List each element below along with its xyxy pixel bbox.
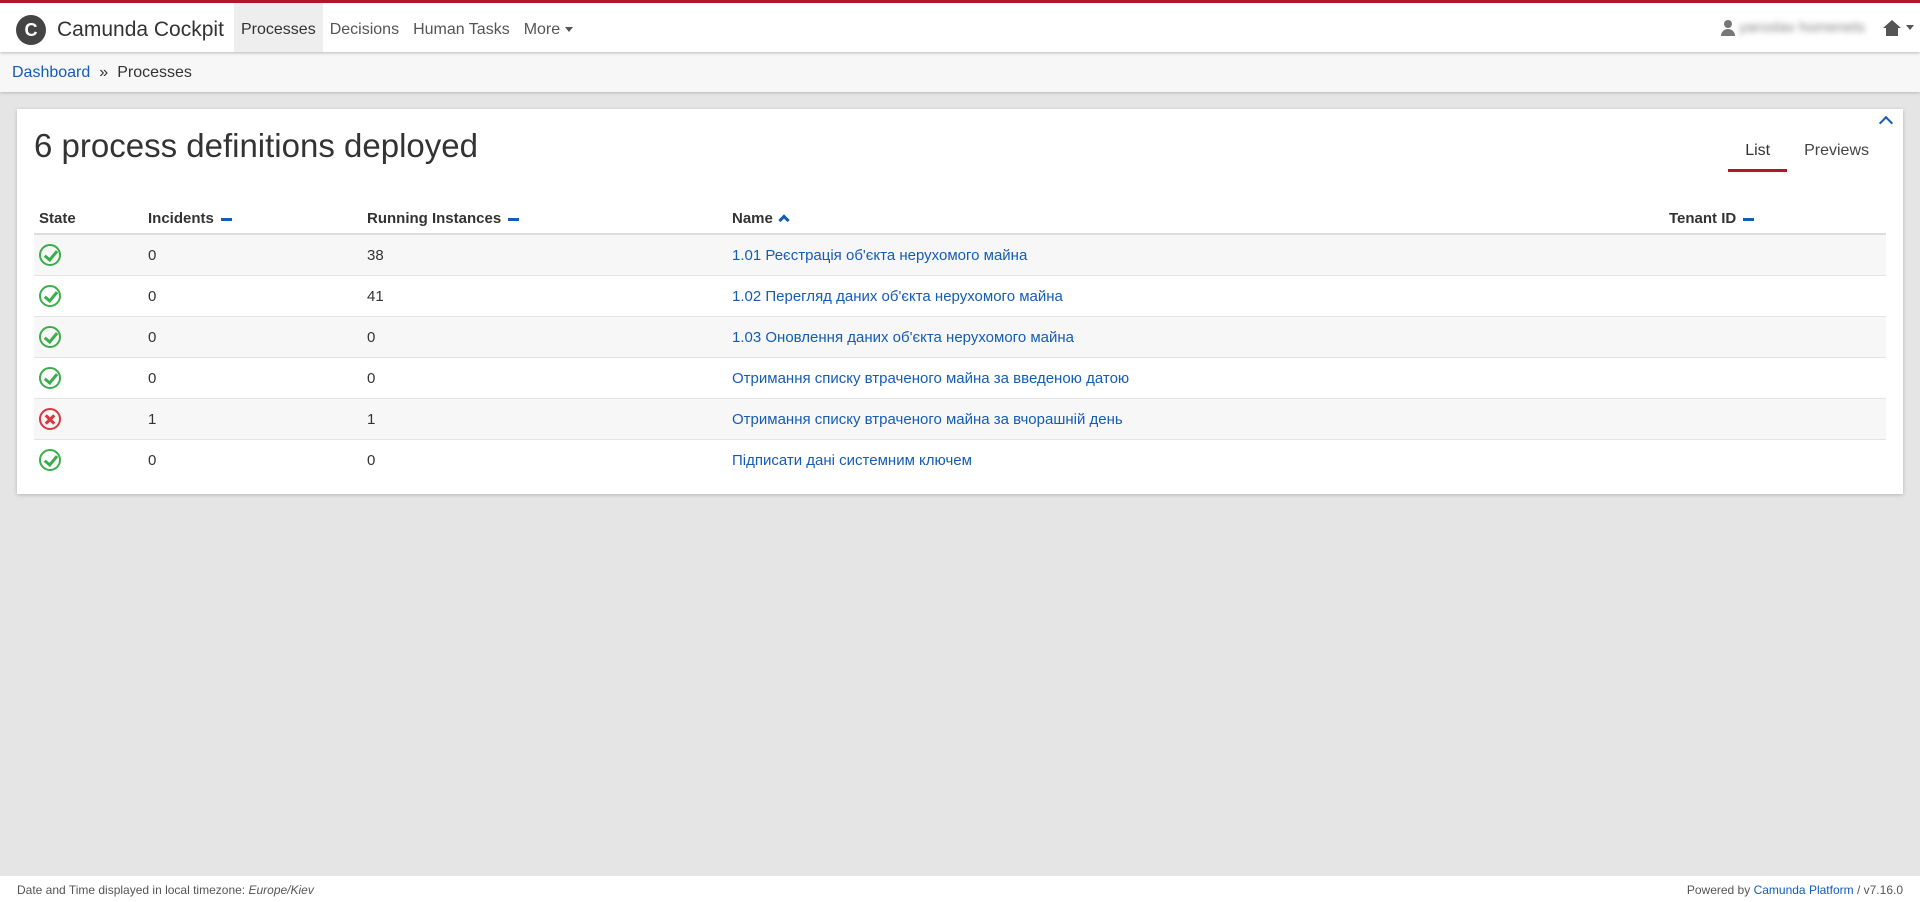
process-definition-link[interactable]: 1.03 Оновлення даних об'єкта нерухомого …: [732, 329, 1074, 346]
table-header-row: State Incidents Running Instances Name T…: [34, 197, 1886, 235]
name-cell: 1.02 Перегляд даних об'єкта нерухомого м…: [727, 275, 1664, 317]
check-circle-icon: [39, 367, 61, 389]
column-header-running-instances[interactable]: Running Instances: [362, 197, 727, 235]
state-cell: [34, 398, 143, 440]
column-header-tenant-id[interactable]: Tenant ID: [1664, 197, 1886, 235]
process-definitions-table: State Incidents Running Instances Name T…: [34, 197, 1886, 480]
table-row: 0 0 Підписати дані системним ключем: [34, 440, 1886, 481]
check-circle-icon: [39, 244, 61, 266]
column-header-incidents[interactable]: Incidents: [143, 197, 362, 235]
incidents-cell: 0: [143, 234, 362, 276]
tenant-cell: [1664, 440, 1886, 481]
state-cell: [34, 440, 143, 481]
top-navbar: C Camunda Cockpit Processes Decisions Hu…: [0, 0, 1920, 52]
table-row: 1 1 Отримання списку втраченого майна за…: [34, 398, 1886, 440]
incidents-cell: 0: [143, 316, 362, 358]
breadcrumb: Dashboard » Processes: [12, 64, 192, 82]
running-instances-cell: 41: [362, 275, 727, 317]
nav-item-processes[interactable]: Processes: [234, 3, 323, 52]
camunda-logo-icon: C: [16, 15, 46, 45]
version-label: / v7.16.0: [1856, 883, 1903, 897]
main-nav: Processes Decisions Human Tasks More: [234, 3, 580, 52]
breadcrumb-separator: »: [99, 64, 109, 81]
powered-by-label: Powered by: [1686, 883, 1751, 897]
check-circle-icon: [39, 449, 61, 471]
check-circle-icon: [39, 326, 61, 348]
user-icon[interactable]: [1721, 19, 1736, 36]
tenant-cell: [1664, 234, 1886, 276]
chevron-up-icon[interactable]: [1878, 115, 1894, 131]
name-cell: Підписати дані системним ключем: [727, 440, 1664, 481]
sort-none-icon[interactable]: [220, 217, 232, 221]
state-cell: [34, 275, 143, 317]
table-row: 0 38 1.01 Реєстрація об'єкта нерухомого …: [34, 234, 1886, 276]
tab-previews[interactable]: Previews: [1787, 137, 1886, 172]
process-definition-link[interactable]: Підписати дані системним ключем: [732, 452, 972, 469]
running-instances-cell: 0: [367, 451, 376, 469]
name-cell: Отримання списку втраченого майна за вчо…: [727, 398, 1664, 440]
running-instances-cell: 0: [362, 316, 727, 358]
incidents-cell: 1: [143, 398, 362, 440]
home-icon[interactable]: [1883, 19, 1901, 36]
chevron-down-icon[interactable]: [1906, 25, 1914, 30]
page-title: 6 process definitions deployed: [34, 127, 478, 164]
timezone-note: Date and Time displayed in local timezon…: [17, 883, 314, 897]
nav-item-decisions[interactable]: Decisions: [323, 3, 406, 52]
state-cell: [34, 316, 143, 358]
error-circle-icon: [39, 408, 61, 430]
process-definition-link[interactable]: 1.01 Реєстрація об'єкта нерухомого майна: [732, 247, 1027, 264]
tab-list[interactable]: List: [1728, 137, 1788, 172]
chevron-down-icon: [565, 27, 574, 33]
nav-item-more-label: More: [523, 21, 561, 38]
table-row: 0 0 1.03 Оновлення даних об'єкта нерухом…: [34, 316, 1886, 358]
check-circle-icon: [39, 285, 61, 307]
sort-ascending-icon[interactable]: [778, 214, 790, 226]
tenant-cell: [1664, 275, 1886, 317]
brand[interactable]: C Camunda Cockpit: [16, 15, 224, 45]
breadcrumb-bar: Dashboard » Processes: [0, 52, 1920, 92]
process-definition-link[interactable]: Отримання списку втраченого майна за вве…: [732, 370, 1129, 387]
timezone-value: Europe/Kiev: [248, 883, 314, 897]
table-row: 0 0 Отримання списку втраченого майна за…: [34, 357, 1886, 399]
view-tabs: List Previews: [1728, 137, 1886, 172]
incidents-cell: 0: [148, 451, 157, 469]
running-instances-cell: 1: [362, 398, 727, 440]
nav-item-human-tasks[interactable]: Human Tasks: [406, 3, 517, 52]
column-header-name[interactable]: Name: [727, 197, 1664, 235]
state-cell: [34, 234, 143, 276]
incidents-cell: 0: [143, 275, 362, 317]
footer: Date and Time displayed in local timezon…: [0, 876, 1920, 902]
process-definition-link[interactable]: Отримання списку втраченого майна за вчо…: [732, 411, 1123, 428]
state-cell: [34, 357, 143, 399]
timezone-prefix: Date and Time displayed in local timezon…: [17, 883, 246, 897]
breadcrumb-dashboard-link[interactable]: Dashboard: [12, 64, 90, 81]
table-row: 0 41 1.02 Перегляд даних об'єкта нерухом…: [34, 275, 1886, 317]
name-cell: 1.03 Оновлення даних об'єкта нерухомого …: [727, 316, 1664, 358]
running-instances-cell: 0: [362, 357, 727, 399]
user-name[interactable]: yaroslav homenets: [1739, 19, 1865, 36]
process-definition-link[interactable]: 1.02 Перегляд даних об'єкта нерухомого м…: [732, 288, 1063, 305]
brand-name: Camunda Cockpit: [57, 18, 224, 41]
tenant-cell: [1664, 316, 1886, 358]
name-cell: 1.01 Реєстрація об'єкта нерухомого майна: [727, 234, 1664, 276]
process-definitions-panel: 6 process definitions deployed List Prev…: [17, 109, 1903, 494]
sort-none-icon[interactable]: [508, 217, 520, 221]
running-instances-cell: 38: [362, 234, 727, 276]
navbar-right: yaroslav homenets: [1721, 3, 1914, 52]
camunda-platform-link[interactable]: Camunda Platform: [1754, 883, 1854, 897]
breadcrumb-current: Processes: [117, 64, 192, 81]
tenant-cell: [1664, 357, 1886, 399]
incidents-cell: 0: [143, 357, 362, 399]
tenant-cell: [1664, 398, 1886, 440]
column-header-state: State: [34, 197, 143, 235]
nav-item-more[interactable]: More: [517, 3, 580, 52]
name-cell: Отримання списку втраченого майна за вве…: [727, 357, 1664, 399]
powered-by: Powered by Camunda Platform / v7.16.0: [1687, 883, 1903, 897]
sort-none-icon[interactable]: [1743, 217, 1755, 221]
